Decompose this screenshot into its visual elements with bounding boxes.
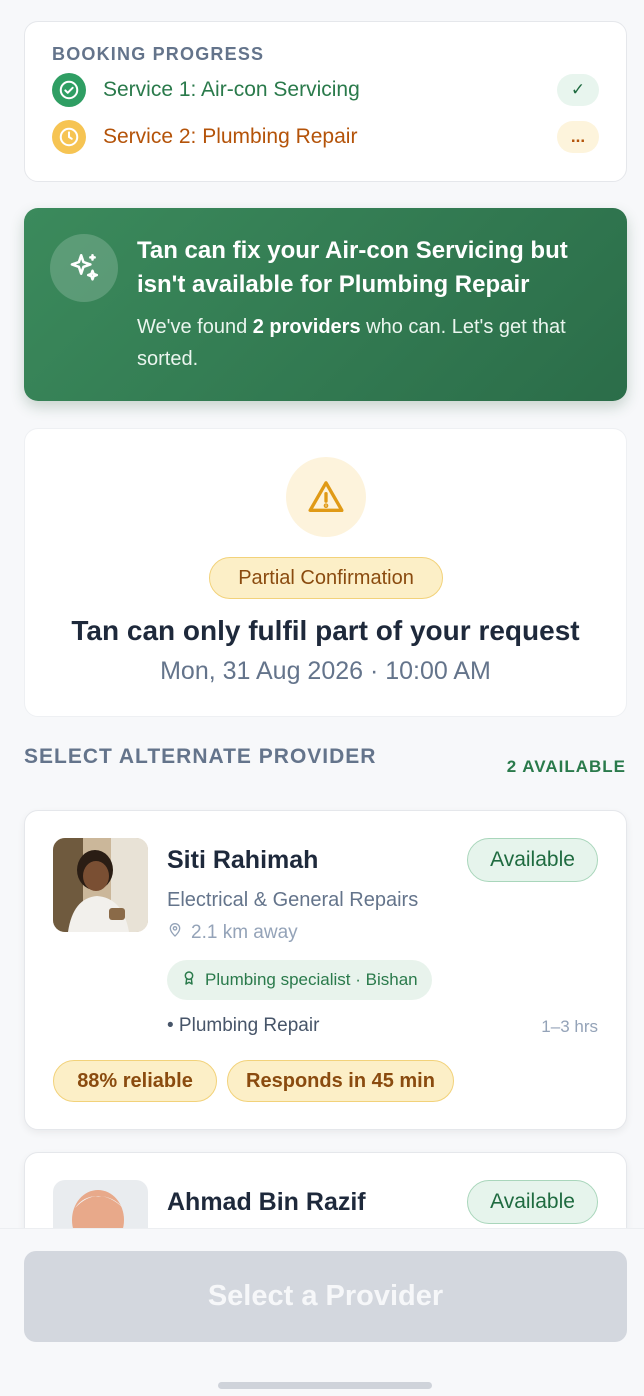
booking-progress-card: BOOKING PROGRESS Service 1: Air-con Serv… xyxy=(24,21,627,182)
available-count: 2 AVAILABLE xyxy=(506,757,626,776)
banner-title: Tan can fix your Air-con Servicing but i… xyxy=(137,237,568,298)
progress-step-2: Service 2: Plumbing Repair ... xyxy=(52,120,599,154)
check-circle-icon xyxy=(52,73,86,107)
reliability-badge: 88% reliable xyxy=(53,1060,217,1102)
banner-message: We've found 2 providers who can. Let's g… xyxy=(137,316,566,370)
select-provider-button[interactable]: Select a Provider xyxy=(24,1251,627,1342)
booking-progress-title: BOOKING PROGRESS xyxy=(52,44,265,64)
confirmation-title: Tan can only fulfil part of your request xyxy=(71,615,580,646)
service-duration: 1–3 hrs xyxy=(541,1017,598,1036)
award-icon xyxy=(181,969,197,992)
progress-step-1: Service 1: Air-con Servicing ✓ xyxy=(52,73,599,107)
availability-banner: Tan can fix your Air-con Servicing but i… xyxy=(24,208,627,401)
step-pending-badge: ... xyxy=(557,121,599,153)
provider-count: 2 providers xyxy=(252,316,361,338)
availability-badge: Available xyxy=(467,838,598,882)
progress-step-label: Service 1: Air-con Servicing xyxy=(103,78,360,101)
warning-icon xyxy=(286,457,366,537)
clock-icon xyxy=(52,120,86,154)
provider-card[interactable]: Siti Rahimah Available Electrical & Gene… xyxy=(24,810,627,1130)
provider-name: Siti Rahimah xyxy=(167,846,319,874)
service-name: • Plumbing Repair xyxy=(167,1015,320,1036)
provider-name: Ahmad Bin Razif xyxy=(167,1188,366,1216)
response-time-badge: Responds in 45 min xyxy=(227,1060,454,1102)
avatar xyxy=(53,838,148,932)
map-pin-icon xyxy=(167,921,183,945)
availability-badge: Available xyxy=(467,1180,598,1224)
partial-confirmation-badge: Partial Confirmation xyxy=(209,557,443,599)
bottom-action-bar: Select a Provider xyxy=(0,1228,644,1396)
step-done-badge: ✓ xyxy=(557,74,599,106)
sparkles-icon xyxy=(50,234,118,302)
provider-distance: 2.1 km away xyxy=(167,921,298,945)
partial-confirmation-card: Partial Confirmation Tan can only fulfil… xyxy=(24,428,627,717)
home-indicator xyxy=(218,1382,432,1389)
booking-datetime: Mon, 31 Aug 2026 · 10:00 AM xyxy=(160,657,491,685)
provider-category: Electrical & General Repairs xyxy=(167,889,419,911)
progress-step-label: Service 2: Plumbing Repair xyxy=(103,125,358,148)
specialist-badge: Plumbing specialist · Bishan xyxy=(167,960,432,1000)
section-title: SELECT ALTERNATE PROVIDER xyxy=(24,745,377,768)
